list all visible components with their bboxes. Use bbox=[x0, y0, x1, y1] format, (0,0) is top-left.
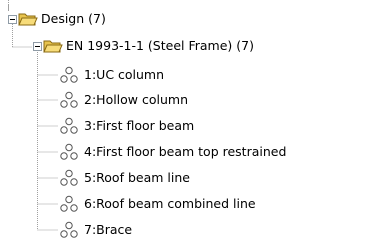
design-group-icon bbox=[60, 169, 78, 186]
design-group-icon bbox=[60, 143, 78, 160]
tree-item-uc-column[interactable]: 1:UC column bbox=[59, 65, 165, 85]
tree-item-hollow-column[interactable]: 2:Hollow column bbox=[59, 90, 189, 110]
folder-open-icon bbox=[18, 13, 38, 26]
tree-node-label: Design (7) bbox=[41, 11, 106, 26]
tree-item-first-floor-beam[interactable]: 3:First floor beam bbox=[59, 116, 195, 136]
tree-item-label: 7:Brace bbox=[84, 222, 133, 237]
tree-item-label: 5:Roof beam line bbox=[84, 170, 190, 185]
tree-item-brace[interactable]: 7:Brace bbox=[59, 220, 133, 240]
design-group-icon bbox=[60, 117, 78, 134]
tree-node-label: EN 1993-1-1 (Steel Frame) (7) bbox=[66, 38, 254, 53]
tree-node-design[interactable]: Design (7) bbox=[18, 9, 107, 29]
tree-item-label: 3:First floor beam bbox=[84, 118, 195, 133]
tree-item-label: 1:UC column bbox=[84, 67, 165, 82]
tree-node-steel-frame[interactable]: EN 1993-1-1 (Steel Frame) (7) bbox=[43, 36, 255, 56]
collapse-design-button[interactable] bbox=[8, 15, 17, 24]
design-group-icon bbox=[60, 91, 78, 108]
tree-item-label: 4:First floor beam top restrained bbox=[84, 144, 287, 159]
tree-item-label: 2:Hollow column bbox=[84, 92, 189, 107]
tree-item-first-floor-beam-top-restrained[interactable]: 4:First floor beam top restrained bbox=[59, 142, 287, 162]
tree-item-roof-beam-line[interactable]: 5:Roof beam line bbox=[59, 168, 191, 188]
design-group-icon bbox=[60, 221, 78, 238]
tree-item-label: 6:Roof beam combined line bbox=[84, 196, 256, 211]
design-group-icon bbox=[60, 66, 78, 83]
folder-open-icon bbox=[43, 40, 63, 53]
tree-item-roof-beam-combined-line[interactable]: 6:Roof beam combined line bbox=[59, 194, 257, 214]
design-group-icon bbox=[60, 195, 78, 212]
collapse-steel-frame-button[interactable] bbox=[33, 42, 42, 51]
